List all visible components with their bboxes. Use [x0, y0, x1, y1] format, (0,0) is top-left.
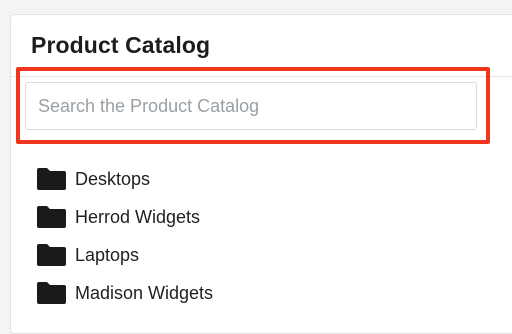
tree-item-label: Herrod Widgets [75, 206, 201, 227]
tree-item-label: Desktops [75, 168, 151, 189]
tree-item-label: Laptops [75, 244, 140, 265]
folder-icon [36, 206, 67, 228]
folder-icon [36, 244, 67, 266]
category-tree: Desktops Herrod Widgets Laptops Madison … [36, 160, 213, 312]
search-input[interactable] [25, 82, 477, 130]
folder-icon [36, 282, 67, 304]
folder-icon [36, 168, 67, 190]
tree-item-label: Madison Widgets [75, 282, 214, 303]
tree-item-desktops[interactable]: Desktops [36, 160, 213, 198]
tree-item-herrod-widgets[interactable]: Herrod Widgets [36, 198, 213, 236]
tree-item-laptops[interactable]: Laptops [36, 236, 213, 274]
tree-item-madison-widgets[interactable]: Madison Widgets [36, 274, 213, 312]
panel-title: Product Catalog [31, 32, 211, 58]
